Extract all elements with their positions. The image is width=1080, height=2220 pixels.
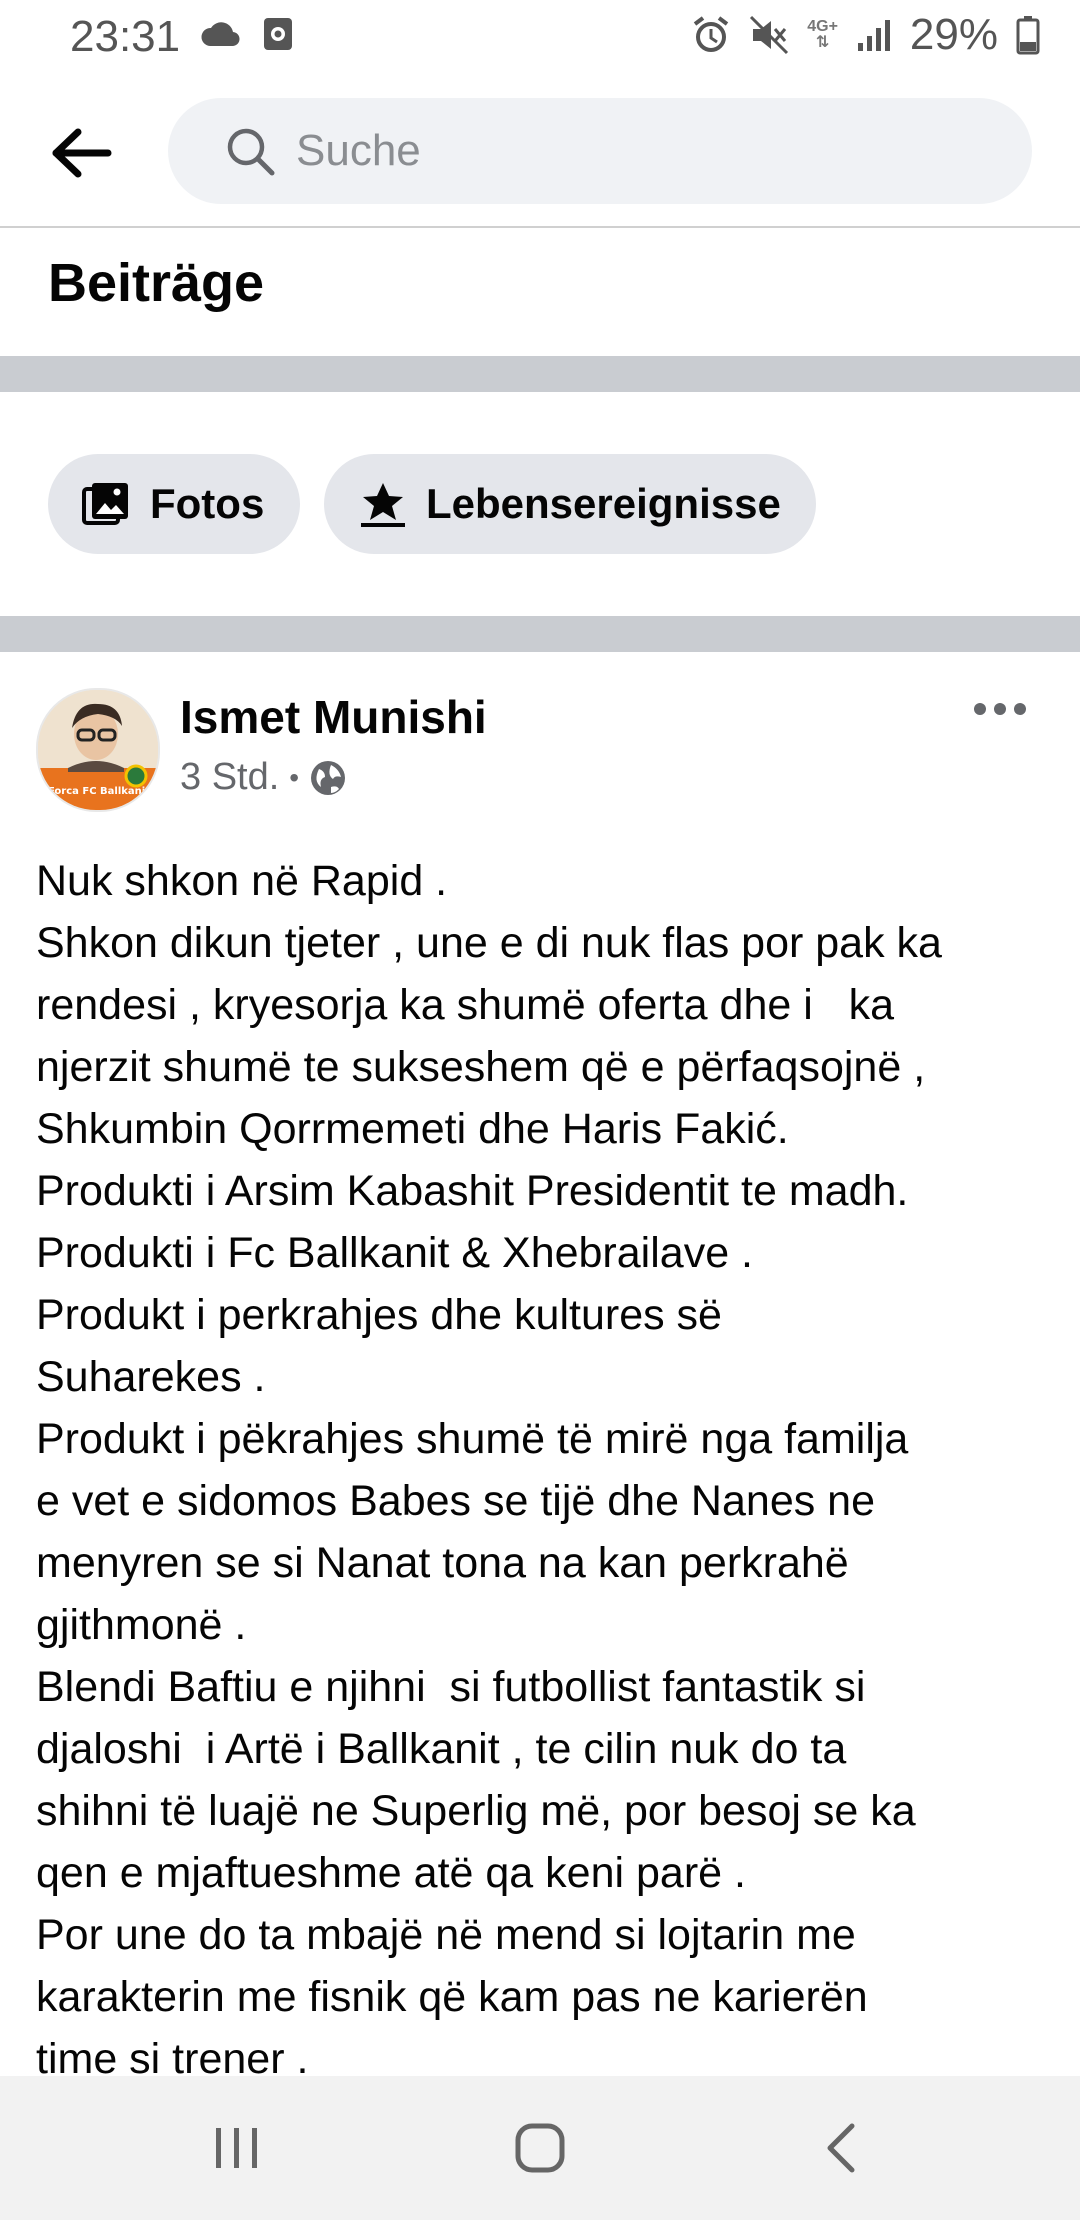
globe-icon bbox=[311, 760, 346, 795]
battery-percent: 29% bbox=[909, 10, 998, 59]
post-line: njerzit shumë te sukseshem që e përfaqso… bbox=[36, 1043, 926, 1091]
post-line: e vet e sidomos Babes se tijë dhe Nanes … bbox=[36, 1477, 876, 1525]
post-line: menyren se si Nanat tona na kan perkrahë bbox=[36, 1539, 849, 1587]
divider bbox=[0, 616, 1080, 652]
back-arrow-icon[interactable] bbox=[52, 128, 112, 178]
post-author[interactable]: Ismet Munishi bbox=[180, 690, 487, 744]
photos-filter-button[interactable]: Fotos bbox=[48, 454, 300, 554]
battery-icon bbox=[1016, 16, 1040, 55]
post-line: gjithmonë . bbox=[36, 1601, 247, 1649]
system-nav-bar bbox=[0, 2076, 1080, 2220]
4g-icon: 4G+ ⇅ bbox=[807, 19, 838, 51]
screen-record-icon bbox=[264, 18, 292, 50]
post-line: Produkt i pëkrahjes shumë të mirë nga fa… bbox=[36, 1415, 909, 1463]
post-line: Shkumbin Qorrmemeti dhe Haris Fakić. bbox=[36, 1105, 789, 1153]
cloud-icon bbox=[201, 22, 240, 47]
post-line: Shkon dikun tjeter , une e di nuk flas p… bbox=[36, 919, 942, 967]
post-line: karakterin me fisnik që kam pas ne karie… bbox=[36, 1973, 868, 2021]
status-right-icons: 4G+ ⇅ 29% bbox=[691, 10, 1040, 60]
home-icon[interactable] bbox=[514, 2122, 566, 2174]
post-line: qen e mjaftueshme atë qa keni parë . bbox=[36, 1849, 746, 1897]
post-line: djaloshi i Artë i Ballkanit , te cilin n… bbox=[36, 1725, 847, 1773]
photos-icon bbox=[82, 483, 128, 525]
avatar-image: Forca FC Ballkani bbox=[38, 690, 158, 810]
signal-icon bbox=[857, 20, 890, 51]
page-title: Beiträge bbox=[48, 253, 265, 313]
status-left-icons bbox=[200, 16, 294, 52]
divider bbox=[0, 356, 1080, 392]
life-event-icon bbox=[361, 483, 405, 527]
search-placeholder: Suche bbox=[296, 126, 421, 175]
photos-filter-label: Fotos bbox=[150, 480, 265, 527]
post-text: Nuk shkon në Rapid . Shkon dikun tjeter … bbox=[36, 850, 1046, 2090]
data-arrows-icon: ⇅ bbox=[815, 34, 830, 51]
post-line: Blendi Baftiu e njihni si futbollist fan… bbox=[36, 1663, 866, 1711]
network-label: 4G+ bbox=[807, 18, 838, 35]
post-line: Por une do ta mbajë në mend si lojtarin … bbox=[36, 1911, 856, 1959]
meta-separator: • bbox=[289, 761, 300, 793]
post-line: Suharekes . bbox=[36, 1353, 266, 1401]
alarm-icon bbox=[694, 16, 729, 52]
status-time: 23:31 bbox=[70, 12, 181, 61]
avatar-caption: Forca FC Ballkani bbox=[48, 786, 145, 797]
post-line: Produkti i Arsim Kabashit Presidentit te… bbox=[36, 1167, 909, 1215]
back-icon[interactable] bbox=[822, 2122, 858, 2174]
post-line: Nuk shkon në Rapid . bbox=[36, 857, 448, 905]
search-input[interactable]: Suche bbox=[168, 98, 1032, 204]
post-meta: 3 Std. • bbox=[180, 756, 347, 799]
avatar[interactable]: Forca FC Ballkani bbox=[36, 688, 160, 812]
post-line: Produkt i perkrahjes dhe kultures së bbox=[36, 1291, 722, 1339]
mute-icon bbox=[750, 15, 789, 55]
search-icon bbox=[227, 128, 275, 176]
post-time[interactable]: 3 Std. bbox=[180, 756, 279, 799]
search-header: Suche bbox=[0, 76, 1080, 228]
post-line: Produkti i Fc Ballkanit & Xhebrailave . bbox=[36, 1229, 753, 1277]
life-events-filter-button[interactable]: Lebensereignisse bbox=[324, 454, 816, 554]
more-options-icon[interactable] bbox=[970, 694, 1030, 724]
recent-apps-icon[interactable] bbox=[212, 2124, 262, 2172]
life-events-filter-label: Lebensereignisse bbox=[426, 480, 781, 527]
status-bar: 23:31 4G+ ⇅ 29% bbox=[0, 0, 1080, 76]
post-line: shihni të luajë ne Superlig më, por beso… bbox=[36, 1787, 916, 1835]
post-line: rendesi , kryesorja ka shumë oferta dhe … bbox=[36, 981, 895, 1029]
